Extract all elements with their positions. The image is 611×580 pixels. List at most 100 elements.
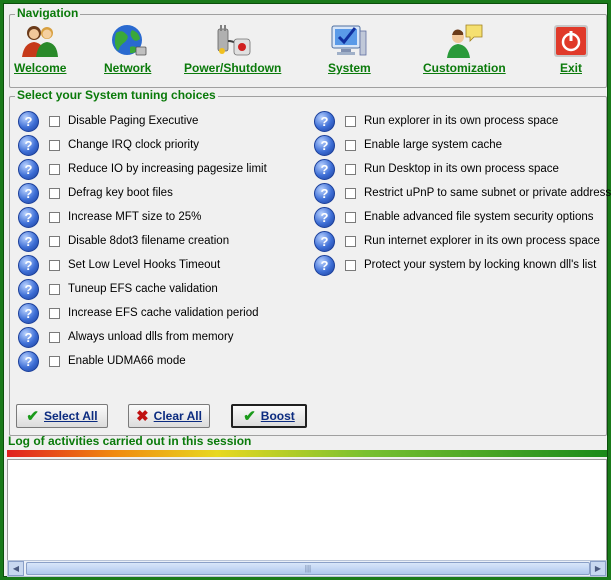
power-plug-icon	[217, 25, 251, 56]
nav-exit[interactable]: Exit	[553, 23, 589, 75]
option-label: Tuneup EFS cache validation	[68, 283, 218, 295]
tuning-option-right-3[interactable]: ? Restrict uPnP to same subnet or private…	[314, 182, 611, 204]
tuning-option-right-6[interactable]: ? Protect your system by locking known dl…	[314, 254, 596, 276]
scroll-right-arrow-icon[interactable]: ▶	[590, 561, 606, 576]
option-label: Increase MFT size to 25%	[68, 211, 202, 223]
option-label: Run explorer in its own process space	[364, 115, 559, 127]
tuning-option-left-8[interactable]: ? Increase EFS cache validation period	[18, 302, 259, 324]
tuning-option-left-3[interactable]: ? Defrag key boot files	[18, 182, 173, 204]
option-label: Disable 8dot3 filename creation	[68, 235, 230, 247]
option-checkbox[interactable]	[345, 163, 356, 175]
option-label: Set Low Level Hooks Timeout	[68, 259, 221, 271]
nav-welcome[interactable]: Welcome	[14, 23, 66, 75]
nav-system[interactable]: System	[328, 23, 371, 75]
option-checkbox[interactable]	[49, 163, 60, 175]
help-icon[interactable]: ?	[18, 254, 39, 276]
help-icon[interactable]: ?	[18, 206, 39, 228]
help-icon[interactable]: ?	[314, 110, 335, 132]
option-label: Defrag key boot files	[68, 187, 173, 199]
option-label: Restrict uPnP to same subnet or private …	[364, 187, 611, 199]
option-checkbox[interactable]	[345, 259, 356, 271]
help-icon[interactable]: ?	[18, 350, 39, 372]
option-checkbox[interactable]	[345, 139, 356, 151]
boost-button[interactable]: ✔ Boost	[231, 404, 307, 428]
tuning-option-left-0[interactable]: ? Disable Paging Executive	[18, 110, 198, 132]
tuning-option-left-6[interactable]: ? Set Low Level Hooks Timeout	[18, 254, 220, 276]
nav-network[interactable]: Network	[104, 23, 151, 75]
tuning-legend: Select your System tuning choices	[15, 88, 218, 102]
option-label: Reduce IO by increasing pagesize limit	[68, 163, 267, 175]
nav-exit-label: Exit	[559, 61, 582, 75]
help-icon[interactable]: ?	[18, 302, 39, 324]
nav-system-label: System	[328, 61, 371, 75]
option-checkbox[interactable]	[49, 235, 60, 247]
option-checkbox[interactable]	[49, 307, 60, 319]
tuning-option-left-2[interactable]: ? Reduce IO by increasing pagesize limit	[18, 158, 267, 180]
option-label: Always unload dlls from memory	[68, 331, 234, 343]
option-checkbox[interactable]	[49, 355, 60, 367]
exit-power-icon	[554, 25, 588, 57]
app-window: Navigation Welcome Network Power/Shutdow…	[3, 3, 611, 577]
scrollbar-thumb[interactable]: |||	[26, 562, 590, 575]
help-icon[interactable]: ?	[314, 230, 335, 252]
option-checkbox[interactable]	[49, 283, 60, 295]
option-checkbox[interactable]	[49, 115, 60, 127]
help-icon[interactable]: ?	[314, 134, 335, 156]
option-checkbox[interactable]	[49, 211, 60, 223]
help-icon[interactable]: ?	[18, 158, 39, 180]
help-icon[interactable]: ?	[18, 110, 39, 132]
help-icon[interactable]: ?	[314, 182, 335, 204]
tuning-option-right-4[interactable]: ? Enable advanced file system security op…	[314, 206, 593, 228]
checkmark-icon: ✔	[26, 408, 39, 425]
help-icon[interactable]: ?	[314, 254, 335, 276]
option-checkbox[interactable]	[49, 139, 60, 151]
tuning-option-left-10[interactable]: ? Enable UDMA66 mode	[18, 350, 186, 372]
nav-customization-label: Customization	[423, 61, 506, 75]
tuning-option-right-2[interactable]: ? Run Desktop in its own process space	[314, 158, 559, 180]
nav-power-shutdown[interactable]: Power/Shutdown	[184, 23, 281, 75]
nav-power-shutdown-label: Power/Shutdown	[184, 61, 282, 75]
globe-icon	[111, 25, 147, 56]
help-icon[interactable]: ?	[18, 230, 39, 252]
help-icon[interactable]: ?	[314, 206, 335, 228]
tuning-option-right-0[interactable]: ? Run explorer in its own process space	[314, 110, 558, 132]
option-label: Enable UDMA66 mode	[68, 355, 186, 367]
tuning-option-right-1[interactable]: ? Enable large system cache	[314, 134, 502, 156]
select-all-button[interactable]: ✔ Select All	[16, 404, 108, 428]
help-icon[interactable]: ?	[314, 158, 335, 180]
help-icon[interactable]: ?	[18, 326, 39, 348]
option-label: Disable Paging Executive	[68, 115, 199, 127]
monitor-check-icon	[331, 25, 367, 56]
clear-all-button[interactable]: ✖ Clear All	[128, 404, 210, 428]
tuning-option-left-7[interactable]: ? Tuneup EFS cache validation	[18, 278, 218, 300]
scroll-left-arrow-icon[interactable]: ◀	[8, 561, 24, 576]
nav-customization[interactable]: Customization	[423, 23, 506, 75]
user-chat-icon	[447, 24, 483, 58]
option-label: Protect your system by locking known dll…	[364, 259, 597, 271]
tuning-option-left-9[interactable]: ? Always unload dlls from memory	[18, 326, 234, 348]
option-checkbox[interactable]	[49, 259, 60, 271]
option-checkbox[interactable]	[345, 187, 356, 199]
gradient-divider	[7, 450, 607, 457]
help-icon[interactable]: ?	[18, 134, 39, 156]
tuning-option-left-5[interactable]: ? Disable 8dot3 filename creation	[18, 230, 229, 252]
option-label: Enable large system cache	[364, 139, 503, 151]
horizontal-scrollbar[interactable]: ◀ ||| ▶	[7, 560, 607, 577]
nav-network-label: Network	[104, 61, 152, 75]
option-checkbox[interactable]	[49, 187, 60, 199]
help-icon[interactable]: ?	[18, 182, 39, 204]
option-checkbox[interactable]	[345, 235, 356, 247]
option-checkbox[interactable]	[345, 115, 356, 127]
help-icon[interactable]: ?	[18, 278, 39, 300]
tuning-option-right-5[interactable]: ? Run internet explorer in its own proces…	[314, 230, 600, 252]
tuning-option-left-1[interactable]: ? Change IRQ clock priority	[18, 134, 199, 156]
tuning-choices-group: Select your System tuning choices ? Disab…	[9, 88, 611, 436]
option-checkbox[interactable]	[345, 211, 356, 223]
option-checkbox[interactable]	[49, 331, 60, 343]
users-icon	[22, 26, 59, 57]
activity-log[interactable]	[7, 459, 607, 561]
tuning-option-left-4[interactable]: ? Increase MFT size to 25%	[18, 206, 201, 228]
checkmark-icon: ✔	[243, 408, 256, 425]
option-label: Increase EFS cache validation period	[68, 307, 259, 319]
navigation-legend: Navigation	[15, 6, 81, 20]
